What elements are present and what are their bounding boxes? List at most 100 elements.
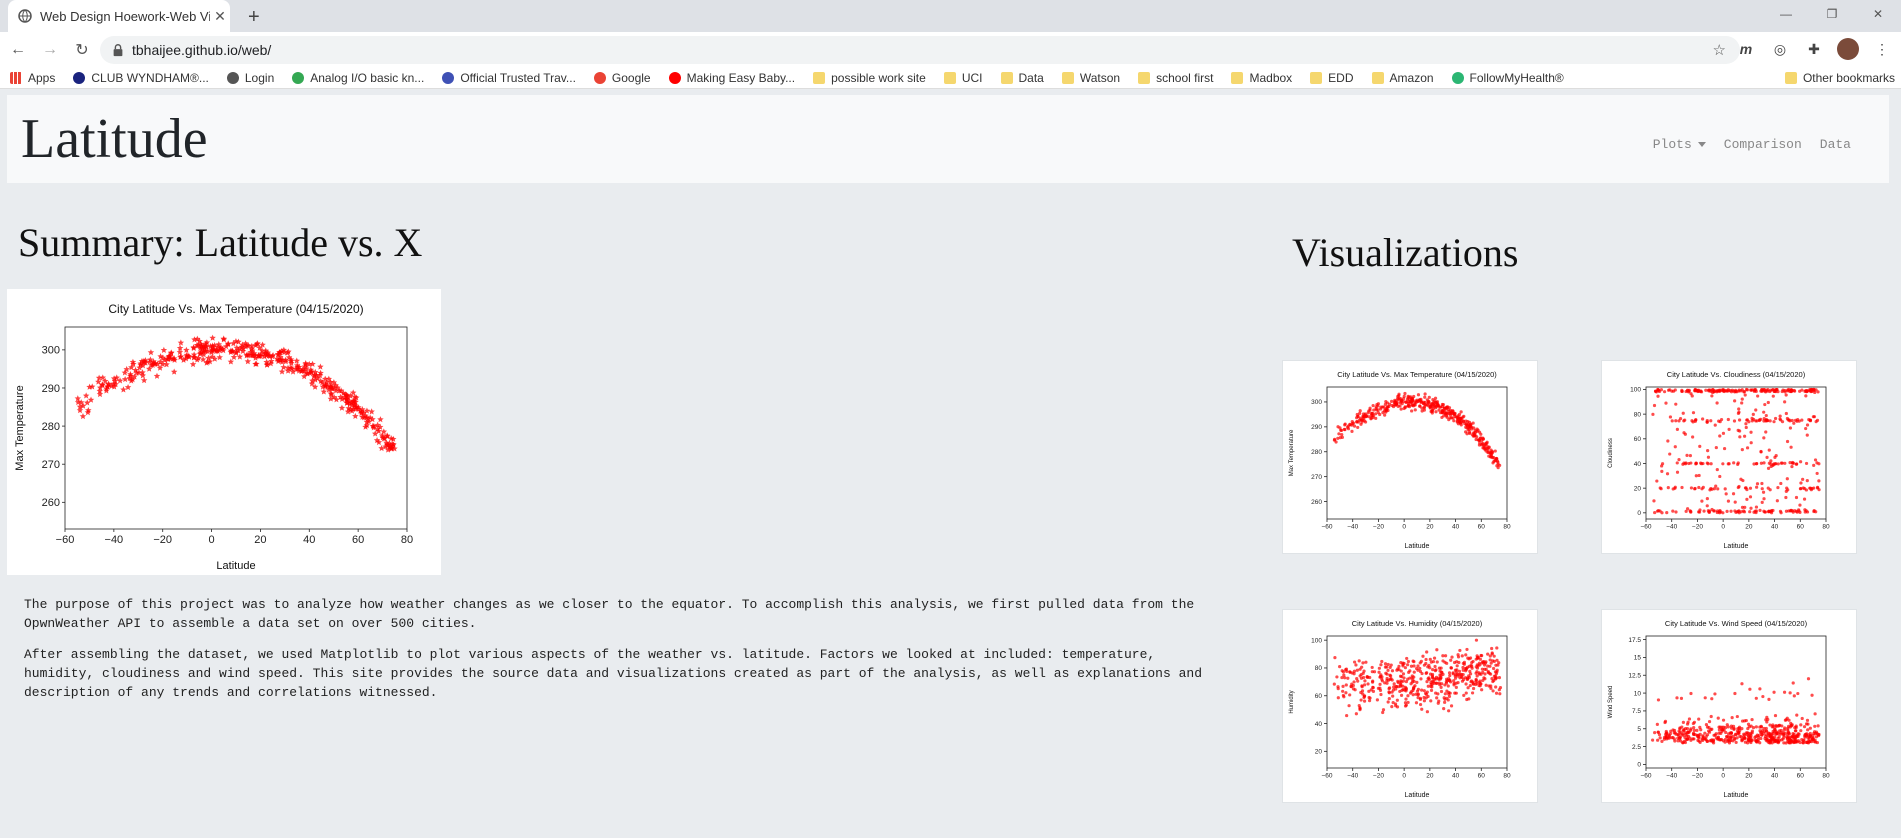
data-point [1691, 721, 1695, 726]
data-point [1378, 674, 1383, 679]
reload-icon[interactable]: ↻ [68, 36, 96, 64]
extension-m-icon[interactable]: m [1735, 38, 1757, 60]
data-point [1376, 402, 1380, 406]
url-text: tbhaijee.github.io/web/ [132, 42, 272, 58]
thumb-wind-speed[interactable]: City Latitude Vs. Wind Speed (04/15/2020… [1601, 609, 1857, 803]
data-point [1486, 652, 1490, 656]
minimize-icon[interactable]: — [1763, 0, 1809, 28]
data-point [1461, 661, 1465, 666]
y-tick-label: 10 [1634, 690, 1642, 697]
data-point [1674, 419, 1678, 423]
data-point [1443, 654, 1448, 658]
bookmark-item[interactable]: Login [226, 71, 274, 85]
nav-data-link[interactable]: Data [1820, 137, 1851, 152]
data-point [1790, 464, 1794, 469]
data-point [1490, 449, 1494, 454]
data-point [1707, 510, 1711, 515]
close-window-icon[interactable]: ✕ [1855, 0, 1901, 28]
bookmark-item[interactable]: possible work site [813, 71, 926, 85]
thumb-temperature[interactable]: City Latitude Vs. Max Temperature (04/15… [1282, 360, 1538, 554]
data-point [1418, 696, 1423, 700]
bookmark-item[interactable]: Google [593, 71, 651, 85]
data-point [1716, 716, 1720, 720]
bookmark-item[interactable]: school first [1138, 71, 1213, 85]
bookmark-label: Official Trusted Trav... [460, 71, 576, 85]
data-point [1761, 389, 1765, 393]
bookmark-item[interactable]: EDD [1310, 71, 1354, 85]
data-point [1699, 728, 1703, 732]
bookmark-item[interactable]: Official Trusted Trav... [442, 71, 576, 85]
data-point [1734, 740, 1738, 745]
data-point [1740, 739, 1744, 743]
nav-plots-dropdown[interactable]: Plots [1653, 137, 1706, 152]
browser-tab[interactable]: Web Design Hoework-Web Visua ✕ [8, 0, 230, 32]
data-point [1470, 691, 1475, 695]
data-point [1795, 734, 1799, 738]
data-point [1438, 669, 1442, 673]
bookmark-star-icon[interactable]: ☆ [1713, 41, 1726, 59]
bookmark-item[interactable]: FollowMyHealth® [1451, 71, 1564, 85]
forward-icon[interactable]: → [36, 36, 64, 64]
bookmark-item[interactable]: Amazon [1371, 71, 1434, 85]
address-bar[interactable]: tbhaijee.github.io/web/ ☆ [100, 36, 1740, 64]
data-point [1380, 659, 1384, 664]
data-point [1766, 388, 1770, 392]
data-point [1419, 677, 1423, 681]
bookmark-item[interactable]: Watson [1061, 71, 1120, 85]
bookmark-item[interactable]: UCI [943, 71, 983, 85]
bookmark-item[interactable]: Making Easy Baby... [668, 71, 795, 85]
data-point [1703, 696, 1707, 700]
extensions-puzzle-icon[interactable]: ✚ [1803, 38, 1825, 60]
thumb-humidity[interactable]: City Latitude Vs. Humidity (04/15/2020) −… [1282, 609, 1538, 803]
extension-circle-icon[interactable]: ◎ [1769, 38, 1791, 60]
data-point [1454, 691, 1458, 695]
data-point [1487, 671, 1492, 675]
data-point [1726, 462, 1730, 466]
nav-comparison-link[interactable]: Comparison [1724, 137, 1802, 152]
close-tab-icon[interactable]: ✕ [210, 8, 230, 25]
data-point [1765, 729, 1769, 733]
data-point [1677, 729, 1681, 733]
data-point [1723, 487, 1727, 491]
data-point [1719, 510, 1723, 514]
restore-icon[interactable]: ❐ [1809, 0, 1855, 28]
other-bookmarks[interactable]: Other bookmarks [1784, 71, 1895, 85]
data-point [1467, 697, 1471, 701]
data-point [1693, 486, 1697, 491]
data-point [1706, 388, 1711, 392]
y-tick-label: 12.5 [1628, 673, 1641, 680]
data-point [1437, 666, 1442, 670]
data-point [1766, 466, 1771, 470]
data-point [1773, 713, 1778, 718]
data-point [1431, 668, 1435, 672]
web-page: Latitude Plots Comparison Data Summary: … [0, 89, 1901, 838]
bookmark-item[interactable]: Apps [10, 71, 55, 85]
data-point [1721, 718, 1726, 722]
data-point [1759, 417, 1763, 421]
back-icon[interactable]: ← [4, 36, 32, 64]
data-point [1443, 700, 1447, 704]
data-point [1806, 736, 1810, 740]
data-point [1718, 434, 1722, 438]
data-point [1783, 731, 1787, 735]
data-point [1335, 675, 1339, 679]
data-point [1737, 407, 1741, 411]
data-point [1767, 448, 1771, 452]
site-brand[interactable]: Latitude [21, 107, 208, 171]
bookmark-item[interactable]: Madbox [1231, 71, 1292, 85]
menu-kebab-icon[interactable]: ⋮ [1871, 38, 1893, 60]
globe-icon [18, 9, 32, 23]
thumb-cloudiness[interactable]: City Latitude Vs. Cloudiness (04/15/2020… [1601, 360, 1857, 554]
data-point [1441, 659, 1445, 663]
bookmark-item[interactable]: Data [1000, 71, 1044, 85]
visualizations-heading: Visualizations [1292, 230, 1519, 275]
new-tab-icon[interactable]: + [248, 6, 260, 29]
data-point [1464, 653, 1468, 657]
data-point [1701, 461, 1705, 466]
bookmark-item[interactable]: CLUB WYNDHAM®... [73, 71, 209, 85]
data-point [1689, 727, 1693, 731]
data-point [1425, 398, 1429, 402]
data-point [1464, 682, 1468, 686]
profile-avatar[interactable] [1837, 38, 1859, 60]
bookmark-item[interactable]: Analog I/O basic kn... [292, 71, 424, 85]
